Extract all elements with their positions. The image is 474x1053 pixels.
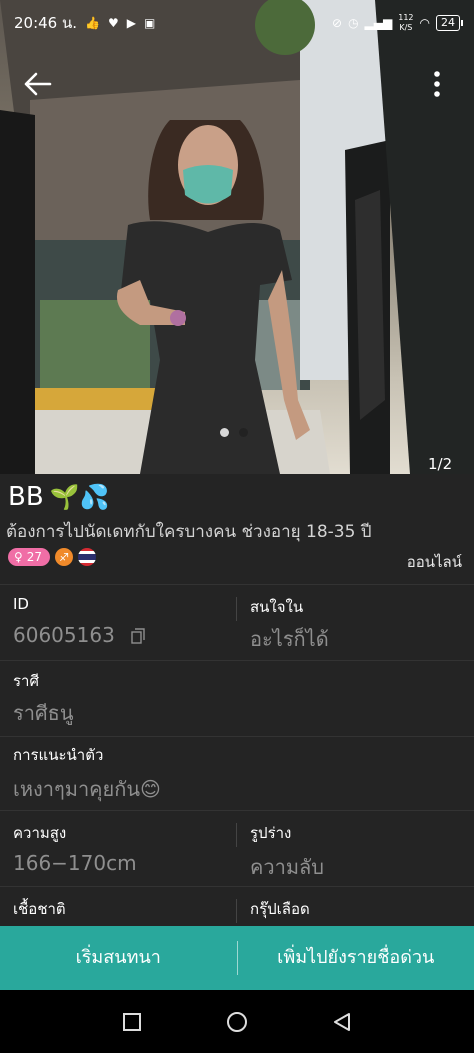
network-speed-unit: K/S xyxy=(399,23,413,32)
circle-icon xyxy=(226,1011,247,1032)
network-speed: 112 K/S xyxy=(398,13,413,33)
home-button[interactable] xyxy=(225,1010,249,1034)
profile-photo[interactable] xyxy=(0,0,474,474)
body-value: ความลับ xyxy=(250,855,324,879)
hand-icon: 👍 xyxy=(85,16,100,30)
status-system-icons: ⊘ ◷ ▂▄▆ 112 K/S ◠ 24 xyxy=(332,13,463,33)
alarm-icon: ◷ xyxy=(348,16,359,30)
profile-name-row: BB 🌱💦 xyxy=(8,482,109,512)
app-icon: ▣ xyxy=(143,16,156,30)
more-vertical-icon xyxy=(434,71,440,97)
thailand-flag-icon xyxy=(78,548,97,566)
zodiac-label: ราศี xyxy=(13,672,40,690)
add-to-favorites-button[interactable]: เพิ่มไปยังรายชื่อด่วน xyxy=(238,926,474,990)
more-options-button[interactable] xyxy=(426,68,448,100)
status-notification-icons: 👍 ♥ ▶ ▣ xyxy=(85,16,155,30)
triangle-back-icon xyxy=(333,1012,350,1031)
online-status: ออนไลน์ xyxy=(406,553,462,571)
intro-section: การแนะนำตัว เหงาๆมาคุยกัน😊 xyxy=(0,736,474,810)
id-value-row: 60605163 xyxy=(13,623,145,649)
system-nav-bar xyxy=(0,990,474,1053)
photo-scene xyxy=(0,0,474,474)
pager-dot-1[interactable] xyxy=(220,428,229,437)
id-value: 60605163 xyxy=(13,623,115,647)
interest-label: สนใจใน xyxy=(250,598,304,616)
back-nav-button[interactable] xyxy=(330,1010,354,1034)
blood-type-label: กรุ๊ปเลือด xyxy=(250,900,310,918)
square-icon xyxy=(123,1012,142,1031)
profile-panel: BB 🌱💦 ต้องการไปนัดเดทกับใครบางคน ช่วงอาย… xyxy=(0,474,474,926)
play-icon: ▶ xyxy=(126,16,136,30)
recents-button[interactable] xyxy=(120,1010,144,1034)
battery-indicator: 24 xyxy=(436,15,463,31)
photo-pager-dots[interactable] xyxy=(220,428,248,437)
ethnicity-blood-section: เชื้อชาติ กรุ๊ปเลือด xyxy=(0,886,474,926)
wifi-icon: ◠ xyxy=(419,16,430,30)
ethnicity-label: เชื้อชาติ xyxy=(13,900,66,918)
height-body-section: ความสูง 166−170cm รูปร่าง ความลับ xyxy=(0,810,474,886)
age-value: 27 xyxy=(26,550,43,564)
intro-label: การแนะนำตัว xyxy=(13,746,104,764)
mute-icon: ⊘ xyxy=(332,16,343,30)
column-divider xyxy=(236,597,237,621)
copy-icon[interactable] xyxy=(131,625,145,649)
photo-page-counter: 1/2 xyxy=(428,455,453,473)
signal-icon: ▂▄▆ xyxy=(364,16,393,30)
profile-name-emojis: 🌱💦 xyxy=(49,483,110,511)
action-bar: เริ่มสนทนา เพิ่มไปยังรายชื่อด่วน xyxy=(0,926,474,990)
female-gender-icon: ♀ xyxy=(14,550,23,564)
status-bar: 20:46 น. 👍 ♥ ▶ ▣ ⊘ ◷ ▂▄▆ 112 K/S ◠ 24 xyxy=(0,0,474,46)
age-badge: ♀ 27 xyxy=(8,548,51,566)
intro-value: เหงาๆมาคุยกัน😊 xyxy=(13,777,161,801)
body-label: รูปร่าง xyxy=(250,824,292,842)
interest-value: อะไรก็ได้ xyxy=(250,627,329,651)
id-interest-section: ID 60605163 สนใจใน อะไรก็ได้ xyxy=(0,584,474,660)
start-chat-button[interactable]: เริ่มสนทนา xyxy=(0,926,237,990)
column-divider xyxy=(236,899,237,923)
profile-description: ต้องการไปนัดเดทกับใครบางคน ช่วงอายุ 18-3… xyxy=(6,522,372,542)
back-arrow-icon xyxy=(24,72,52,96)
profile-name: BB xyxy=(8,482,44,512)
id-label: ID xyxy=(13,595,29,613)
status-time: 20:46 น. xyxy=(14,14,78,32)
column-divider xyxy=(236,823,237,847)
pager-dot-2[interactable] xyxy=(239,428,248,437)
zodiac-section: ราศี ราศีธนู xyxy=(0,660,474,736)
network-speed-value: 112 xyxy=(398,13,414,22)
heart-icon: ♥ xyxy=(107,16,119,30)
height-value: 166−170cm xyxy=(13,851,137,875)
back-button[interactable] xyxy=(22,70,54,98)
sagittarius-icon: ♐ xyxy=(55,548,74,566)
profile-badges: ♀ 27 ♐ xyxy=(8,548,97,566)
height-label: ความสูง xyxy=(13,824,67,842)
zodiac-value: ราศีธนู xyxy=(13,701,74,725)
